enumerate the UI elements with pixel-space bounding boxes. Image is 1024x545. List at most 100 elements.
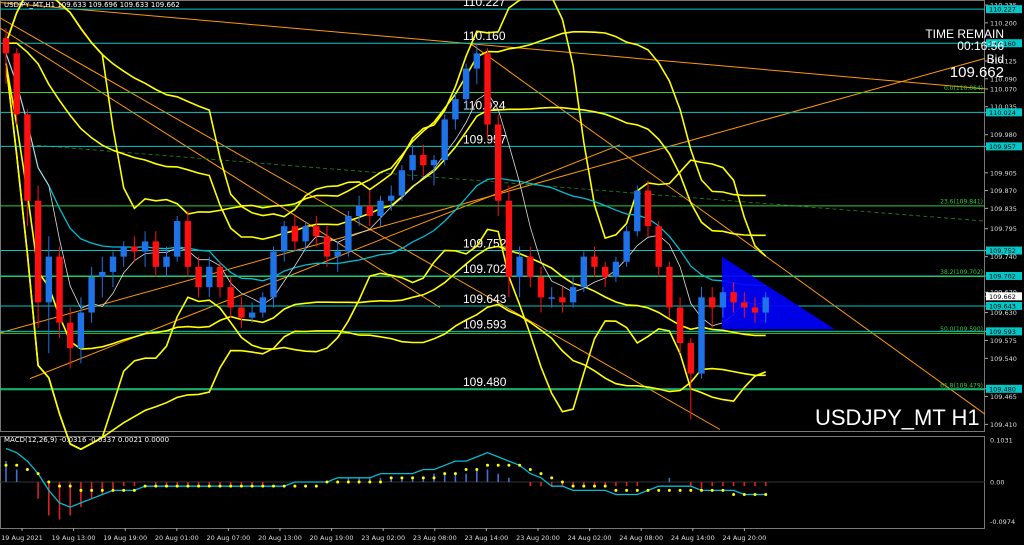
candle-body xyxy=(45,256,52,303)
price-chart-canvas[interactable]: 110.235110.200110.160110.125110.090110.0… xyxy=(0,0,1024,545)
candle-body xyxy=(248,312,256,318)
macd-signal-dot xyxy=(239,484,243,488)
fast-moving-average-line xyxy=(5,53,766,327)
macd-signal-dot xyxy=(357,480,361,484)
macd-signal-dot xyxy=(90,488,94,492)
candle-body xyxy=(495,124,502,201)
candle-body xyxy=(559,297,566,303)
candle-body xyxy=(2,38,10,54)
macd-signal-dot xyxy=(507,463,511,467)
symbol-watermark: USDJPY_MT H1 xyxy=(815,405,980,430)
macd-signal-dot xyxy=(250,484,254,488)
candle-body xyxy=(751,307,759,313)
trend-line xyxy=(0,17,721,430)
candle-body xyxy=(516,256,523,277)
candle-body xyxy=(13,53,20,115)
candle-body xyxy=(270,251,277,298)
y-tick-label: 109.465 xyxy=(990,393,1017,401)
macd-signal-dot xyxy=(379,480,382,484)
candle-body xyxy=(762,297,769,313)
candle-body xyxy=(655,226,662,267)
macd-signal-dot xyxy=(314,484,318,488)
candle-body xyxy=(591,256,598,267)
candle-body xyxy=(623,231,630,262)
price-badge-label: 109.593 xyxy=(989,328,1016,336)
x-tick-label: 20 Aug 01:00 xyxy=(155,534,199,542)
x-tick-label: 23 Aug 08:00 xyxy=(413,534,457,542)
macd-signal-dot xyxy=(36,472,40,476)
macd-signal-dot xyxy=(47,480,51,484)
candle-body xyxy=(313,226,320,237)
macd-signal-dot xyxy=(68,484,72,488)
candle-body xyxy=(505,200,513,277)
candle-body xyxy=(259,297,266,313)
macd-signal-dot xyxy=(186,484,190,488)
x-tick-label: 24 Aug 02:00 xyxy=(568,534,612,542)
macd-signal-dot xyxy=(582,484,586,488)
bid-value: 109.662 xyxy=(949,64,1004,81)
y-tick-label: 109.575 xyxy=(990,337,1017,345)
x-tick-label: 20 Aug 07:00 xyxy=(206,534,250,542)
y-tick-label: 109.870 xyxy=(990,187,1017,195)
macd-signal-dot xyxy=(132,488,136,492)
band-lower xyxy=(5,63,766,451)
candle-body xyxy=(409,155,416,171)
x-tick-label: 19 Aug 19:00 xyxy=(103,534,147,542)
macd-signal-dot xyxy=(175,484,179,488)
y-tick-label: 109.835 xyxy=(990,205,1017,213)
candle-body xyxy=(420,155,427,166)
candle-body xyxy=(77,312,85,349)
level-label: 109.702 xyxy=(463,262,507,276)
macd-signal-dot xyxy=(614,488,618,492)
macd-y-tick-label: 0.00 xyxy=(990,479,1004,487)
candle-body xyxy=(120,246,127,257)
y-tick-label: 109.540 xyxy=(990,355,1017,363)
trend-line xyxy=(469,42,986,415)
macd-signal-dot xyxy=(79,488,83,492)
candle-body xyxy=(580,256,587,288)
fib-label: 0.0(110.064) xyxy=(944,85,983,92)
x-tick-label: 20 Aug 19:00 xyxy=(310,534,354,542)
y-tick-label: 109.980 xyxy=(990,131,1017,139)
macd-signal-dot xyxy=(389,476,393,480)
candle-body xyxy=(238,307,245,318)
macd-signal-dot xyxy=(593,484,596,488)
macd-signal-dot xyxy=(700,488,703,492)
macd-signal-dot xyxy=(635,488,639,492)
macd-signal-dot xyxy=(122,488,126,492)
candle-body xyxy=(537,276,545,298)
macd-signal-dot xyxy=(229,484,233,488)
candle-body xyxy=(302,226,309,242)
y-tick-label: 110.070 xyxy=(990,85,1017,93)
macd-signal-dot xyxy=(518,463,522,467)
candle-body xyxy=(441,119,448,161)
price-badge-label: 109.752 xyxy=(989,247,1016,255)
macd-signal-dot xyxy=(411,476,415,480)
price-pane-frame xyxy=(0,0,985,432)
x-tick-label: 19 Aug 13:00 xyxy=(52,534,96,542)
x-tick-label: 19 Aug 2021 xyxy=(1,534,43,542)
candle-body xyxy=(473,53,480,69)
macd-signal-dot xyxy=(443,472,447,476)
macd-signal-dot xyxy=(325,480,329,484)
candle-body xyxy=(484,53,491,125)
price-badge-label: 109.662 xyxy=(989,293,1016,301)
macd-signal-dot xyxy=(732,493,736,497)
macd-signal-dot xyxy=(464,467,468,471)
candle-body xyxy=(741,302,748,308)
macd-signal-dot xyxy=(764,493,768,497)
candle-body xyxy=(527,256,534,277)
macd-signal-dot xyxy=(368,480,372,484)
macd-signal-dot xyxy=(143,484,147,488)
symbol-header: USDJPY_MT,H1 109.633 109.696 109.633 109… xyxy=(4,1,180,9)
candle-body xyxy=(644,190,652,227)
x-tick-label: 24 Aug 08:00 xyxy=(619,534,663,542)
chart-window[interactable]: 110.235110.200110.160110.125110.090110.0… xyxy=(0,0,1024,545)
macd-signal-dot xyxy=(197,484,201,488)
macd-header: MACD(12,26,9) -0.0316 -0.0337 0.0021 0.0… xyxy=(4,436,170,444)
candle-body xyxy=(355,205,363,216)
macd-signal-dot xyxy=(721,488,725,492)
macd-y-tick-label: -0.0974 xyxy=(990,518,1015,526)
candle-body xyxy=(676,307,684,344)
candle-body xyxy=(291,226,299,242)
